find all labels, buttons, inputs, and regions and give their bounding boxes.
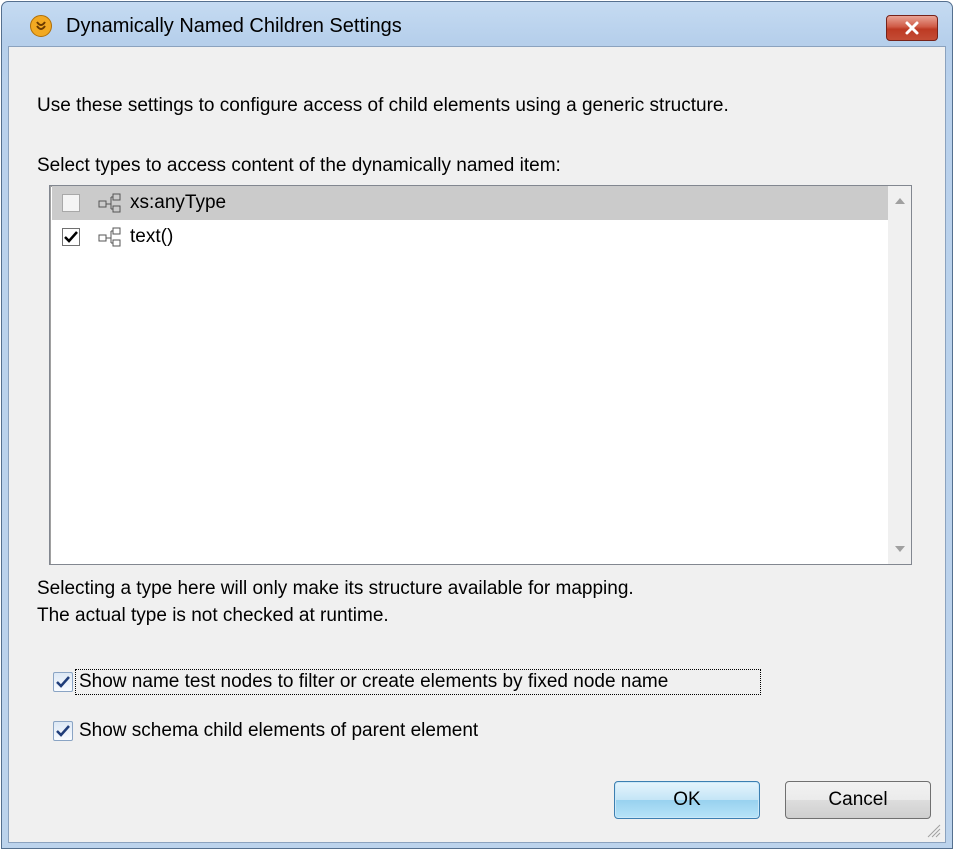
show-schema-children-checkbox[interactable] [53,721,73,741]
scroll-up-arrow-icon[interactable] [895,198,905,204]
close-icon [905,21,919,35]
altova-mapforce-icon [30,15,52,37]
intro-text: Use these settings to configure access o… [37,95,729,116]
note-line-2: The actual type is not checked at runtim… [37,605,389,626]
show-name-test-nodes-checkbox[interactable] [53,672,73,692]
show-schema-children-label[interactable]: Show schema child elements of parent ele… [79,720,478,742]
checkmark-icon [64,231,78,243]
list-item-checkbox[interactable] [62,228,80,246]
ok-button[interactable]: OK [614,781,760,819]
element-node-icon [98,227,121,247]
resize-grip-icon[interactable] [925,822,941,838]
vertical-scrollbar[interactable] [888,186,911,564]
types-listbox[interactable]: xs:anyType text() [49,185,912,565]
list-item-xs-anytype[interactable]: xs:anyType [52,186,890,220]
note-line-1: Selecting a type here will only make its… [37,578,634,599]
dialog-title: Dynamically Named Children Settings [66,15,402,37]
checkmark-icon [56,725,70,737]
list-item-label: text() [130,226,174,247]
cancel-button[interactable]: Cancel [785,781,931,819]
dialog-client-area: Use these settings to configure access o… [8,46,946,843]
list-item-checkbox[interactable] [62,194,80,212]
title-bar[interactable]: Dynamically Named Children Settings [2,2,952,46]
list-label: Select types to access content of the dy… [37,155,561,176]
list-item-label: xs:anyType [130,192,227,213]
checkmark-icon [56,676,70,688]
close-button[interactable] [886,15,938,41]
element-node-icon [98,193,121,213]
list-item-text[interactable]: text() [52,220,890,254]
dialog-window: Dynamically Named Children Settings Use … [1,1,953,849]
show-name-test-nodes-label[interactable]: Show name test nodes to filter or create… [79,671,668,693]
scroll-down-arrow-icon[interactable] [895,546,905,552]
